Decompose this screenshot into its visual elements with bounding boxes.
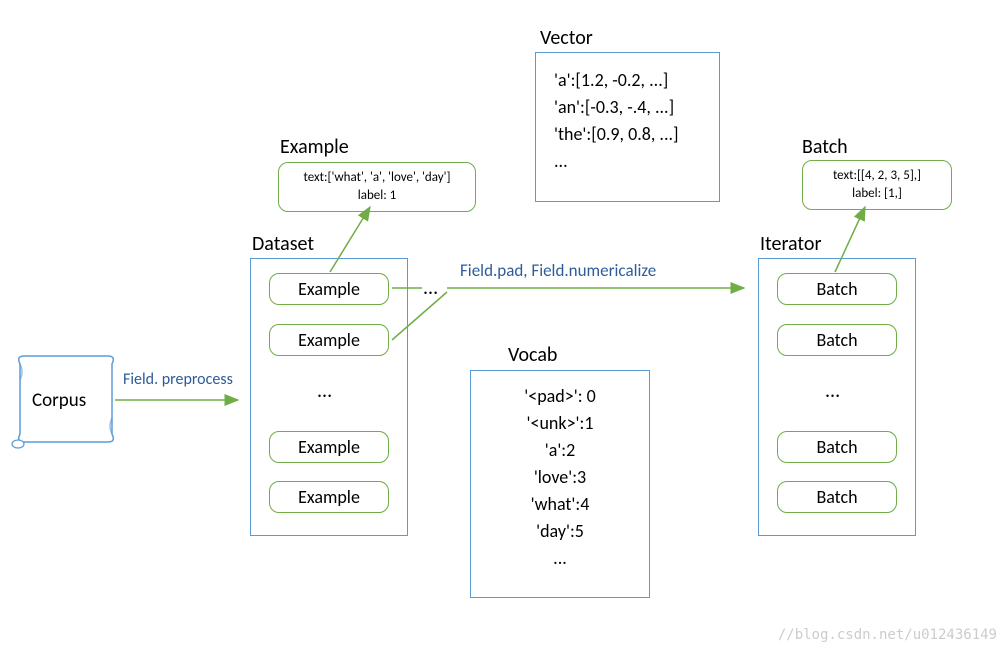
batch-title: Batch (802, 135, 848, 159)
example-title: Example (280, 135, 349, 159)
vector-line: 'a':[1.2, -0.2, ...] (536, 67, 719, 94)
dataset-box: Example Example ... Example Example (250, 258, 408, 536)
vocab-box: '<pad>': 0 '<unk>':1 'a':2 'love':3 'wha… (470, 370, 650, 598)
example-label-line: label: 1 (289, 187, 465, 205)
vector-line: 'an':[-0.3, -.4, ...] (536, 94, 719, 121)
vocab-line: 'love':3 (471, 464, 649, 491)
vector-box: 'a':[1.2, -0.2, ...] 'an':[-0.3, -.4, ..… (535, 52, 720, 202)
pad-numericalize-label: Field.pad, Field.numericalize (460, 260, 656, 281)
dataset-dots: ... (317, 379, 332, 403)
vocab-line: 'what':4 (471, 491, 649, 518)
iterator-box: Batch Batch ... Batch Batch (758, 258, 916, 536)
dataset-item: Example (269, 481, 389, 513)
vector-dots: ... (536, 148, 719, 175)
vocab-line: 'a':2 (471, 437, 649, 464)
example-callout: text:['what', 'a', 'love', 'day'] label:… (278, 162, 476, 212)
iterator-item: Batch (777, 324, 897, 356)
vocab-line: '<pad>': 0 (471, 383, 649, 410)
watermark: //blog.csdn.net/u012436149 (778, 627, 997, 643)
vocab-line: '<unk>':1 (471, 410, 649, 437)
batch-label-line: label: [1,] (813, 185, 941, 203)
corpus-label: Corpus (32, 389, 86, 412)
vocab-title: Vocab (508, 343, 557, 367)
iterator-item: Batch (777, 481, 897, 513)
dataset-item: Example (269, 324, 389, 356)
vocab-dots: ... (471, 545, 649, 572)
iterator-dots: ... (825, 379, 840, 403)
batch-text-line: text:[[4, 2, 3, 5],] (813, 167, 941, 185)
middle-dots: ... (423, 276, 438, 300)
dataset-item: Example (269, 431, 389, 463)
dataset-item: Example (269, 273, 389, 305)
preprocess-label: Field. preprocess (123, 370, 233, 389)
vector-title: Vector (540, 26, 593, 50)
vocab-line: 'day':5 (471, 518, 649, 545)
iterator-item: Batch (777, 431, 897, 463)
iterator-item: Batch (777, 273, 897, 305)
arrow-corpus-to-dataset (110, 390, 250, 410)
dataset-title: Dataset (252, 232, 314, 256)
vector-line: 'the':[0.9, 0.8, ...] (536, 121, 719, 148)
iterator-title: Iterator (760, 232, 821, 256)
batch-callout: text:[[4, 2, 3, 5],] label: [1,] (802, 160, 952, 210)
arrow-dataset-to-iterator (392, 270, 754, 350)
example-text-line: text:['what', 'a', 'love', 'day'] (289, 169, 465, 187)
